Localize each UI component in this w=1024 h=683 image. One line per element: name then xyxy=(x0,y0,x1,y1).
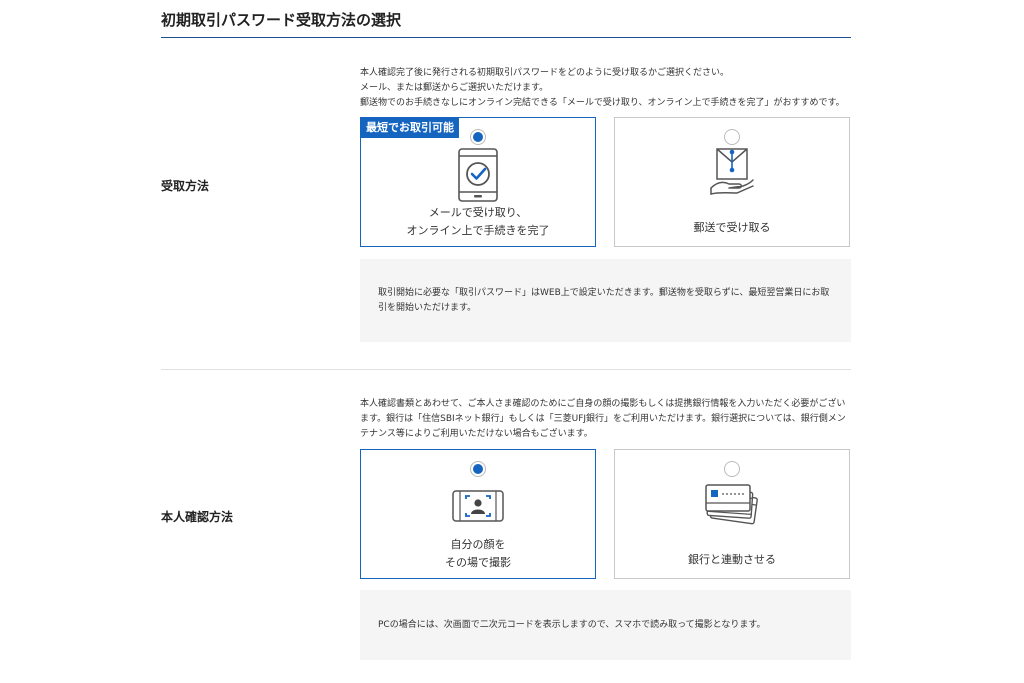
section-divider xyxy=(161,369,851,370)
radio-bank-link[interactable] xyxy=(724,461,740,477)
identity-method-description: 本人確認書類とあわせて、ご本人さま確認のためにご自身の顔の撮影もしくは提携銀行情… xyxy=(360,399,846,439)
receive-desc-line-2: メール、または郵送からご選択いただけます。 xyxy=(360,83,549,93)
option-face-photo[interactable]: 自分の顔を その場で撮影 xyxy=(360,449,596,579)
receive-desc-line-3: 郵送物でのお手続きなしにオンライン完結できる「メールで受け取り、オンライン上で手… xyxy=(360,98,845,108)
option-email-label-line-2: オンライン上で手続きを完了 xyxy=(406,224,550,237)
radio-face-photo[interactable] xyxy=(470,461,486,477)
receive-method-note: 取引開始に必要な「取引パスワード」はWEB上で設定いただきます。郵送物を受取らず… xyxy=(360,259,851,342)
fastest-badge: 最短でお取引可能 xyxy=(361,118,459,138)
page-title: 初期取引パスワード受取方法の選択 xyxy=(161,11,402,29)
option-face-label-line-2: その場で撮影 xyxy=(445,556,511,569)
option-postal-mail-label: 郵送で受け取る xyxy=(693,221,771,234)
envelope-hand-icon xyxy=(709,146,755,202)
option-bank-link[interactable]: 銀行と連動させる xyxy=(614,449,850,579)
receive-method-description: 本人確認完了後に発行される初期取引パスワードをどのように受け取るかご選択ください… xyxy=(360,66,852,111)
option-email-label-line-1: メールで受け取り、 xyxy=(428,206,528,219)
smartphone-check-icon xyxy=(456,148,500,206)
radio-postal-mail[interactable] xyxy=(724,129,740,145)
option-face-label-line-1: 自分の顔を xyxy=(450,538,506,551)
receive-method-label: 受取方法 xyxy=(161,179,210,193)
identity-method-note: PCの場合には、次画面で二次元コードを表示しますので、スマホで読み取って撮影とな… xyxy=(360,590,851,660)
receive-desc-line-1: 本人確認完了後に発行される初期取引パスワードをどのように受け取るかご選択ください… xyxy=(360,68,730,78)
option-email-online-label: メールで受け取り、 オンライン上で手続きを完了 xyxy=(361,204,595,240)
option-email-online[interactable]: 最短でお取引可能 メールで受け取り、 オンライン上で手続きを完了 xyxy=(360,117,596,247)
option-bank-link-label: 銀行と連動させる xyxy=(688,553,776,566)
title-divider xyxy=(161,37,851,38)
bank-card-icon xyxy=(704,483,760,529)
option-postal-mail[interactable]: 郵送で受け取る xyxy=(614,117,850,247)
identity-method-label: 本人確認方法 xyxy=(161,510,234,524)
option-face-photo-label: 自分の顔を その場で撮影 xyxy=(361,536,595,572)
radio-email-online[interactable] xyxy=(470,129,486,145)
face-camera-icon xyxy=(451,488,505,528)
